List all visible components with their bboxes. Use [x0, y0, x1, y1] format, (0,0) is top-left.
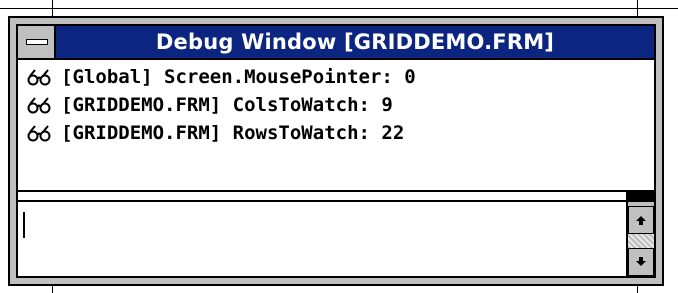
vertical-scrollbar[interactable] [626, 202, 654, 276]
scroll-up-button[interactable] [628, 206, 654, 234]
watch-pane[interactable]: [Global] Screen.MousePointer: 0 [GRIDDEM… [18, 60, 654, 190]
background-line-top [0, 8, 678, 9]
watch-expression: [Global] Screen.MousePointer: 0 [61, 65, 416, 88]
watch-expression: [GRIDDEMO.FRM] RowsToWatch: 22 [61, 121, 405, 144]
system-menu-button[interactable] [18, 26, 56, 58]
text-caret [23, 212, 25, 238]
immediate-input[interactable] [18, 202, 626, 276]
window-client: Debug Window [GRIDDEMO.FRM] [Global] Scr… [16, 24, 656, 278]
watch-expression: [GRIDDEMO.FRM] ColsToWatch: 9 [61, 93, 393, 116]
scroll-down-button[interactable] [628, 248, 654, 276]
glasses-icon [27, 68, 51, 85]
window-title: Debug Window [GRIDDEMO.FRM] [155, 30, 555, 54]
system-menu-icon [26, 39, 48, 45]
glasses-icon [27, 124, 51, 141]
splitter-handle[interactable] [626, 190, 654, 200]
desktop: Debug Window [GRIDDEMO.FRM] [Global] Scr… [0, 0, 678, 293]
debug-window[interactable]: Debug Window [GRIDDEMO.FRM] [Global] Scr… [8, 16, 664, 286]
pane-splitter[interactable] [18, 190, 654, 202]
watch-item[interactable]: [GRIDDEMO.FRM] ColsToWatch: 9 [26, 90, 393, 118]
title-bar[interactable]: Debug Window [GRIDDEMO.FRM] [18, 26, 654, 60]
glasses-icon [27, 96, 51, 113]
up-arrow-icon [636, 216, 646, 225]
down-arrow-icon [636, 257, 646, 266]
watch-item[interactable]: [GRIDDEMO.FRM] RowsToWatch: 22 [26, 118, 404, 146]
watch-item[interactable]: [Global] Screen.MousePointer: 0 [26, 62, 416, 90]
scroll-track[interactable] [628, 234, 654, 248]
